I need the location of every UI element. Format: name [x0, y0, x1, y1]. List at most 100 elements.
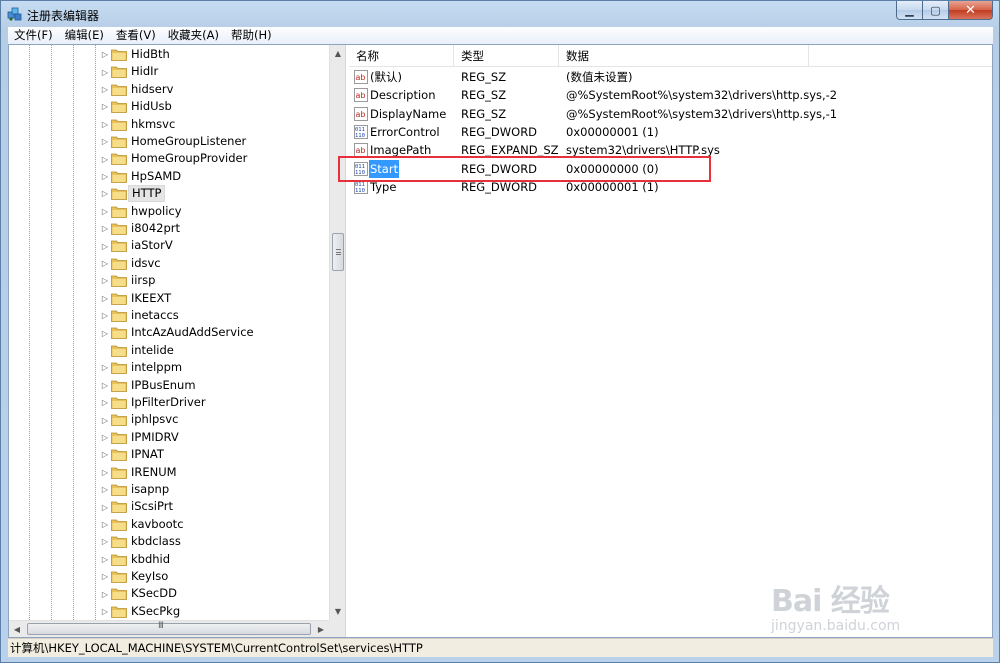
minimize-button[interactable]: ▁ — [896, 1, 923, 20]
tree-item[interactable]: ▷ IKEEXT — [9, 290, 329, 307]
maximize-icon: ▢ — [930, 3, 941, 17]
tree-item[interactable]: ▷ IRENUM — [9, 464, 329, 481]
tree-item[interactable]: ▷ HidIr — [9, 63, 329, 80]
value-row[interactable]: 011 110 ErrorControl REG_DWORD 0x00000001 (1… — [349, 123, 989, 141]
tree-item[interactable]: ▷ iaStorV — [9, 237, 329, 254]
tree-item[interactable]: ▷ kbdclass — [9, 533, 329, 550]
menu-favorites[interactable]: 收藏夹(A) — [162, 27, 225, 44]
menu-file[interactable]: 文件(F) — [8, 27, 59, 44]
tree-item[interactable]: ▷ iphlpsvc — [9, 411, 329, 428]
value-row[interactable]: ab (默认) REG_SZ (数值未设置) — [349, 68, 989, 86]
value-list-pane[interactable]: 名称 类型 数据 ab (默认) REG_SZ (数值未设置) ab Descriptio… — [349, 45, 992, 637]
expand-arrow-icon[interactable]: ▷ — [101, 572, 109, 581]
expand-arrow-icon[interactable]: ▷ — [101, 207, 109, 216]
expand-arrow-icon[interactable]: ▷ — [101, 85, 109, 94]
tree-item[interactable]: ▷ HidBth — [9, 46, 329, 63]
expand-arrow-icon[interactable]: ▷ — [101, 503, 109, 512]
folder-icon — [111, 606, 127, 618]
expand-arrow-icon[interactable]: ▷ — [101, 276, 109, 285]
expand-arrow-icon[interactable]: ▷ — [101, 363, 109, 372]
tree-horizontal-scrollbar[interactable]: ◀ III ▶ — [9, 620, 329, 637]
expand-arrow-icon[interactable]: ▷ — [101, 102, 109, 111]
tree-item[interactable]: ▷ IntcAzAudAddService — [9, 324, 329, 341]
expand-arrow-icon[interactable]: ▷ — [101, 468, 109, 477]
tree-item[interactable]: ▷ iirsp — [9, 272, 329, 289]
value-row[interactable]: ab DisplayName REG_SZ @%SystemRoot%\system3… — [349, 105, 989, 123]
key-tree-pane[interactable]: ▷ HidBth ▷ HidIr ▷ hidserv ▷ HidUsb ▷ hkmsvc ▷ Home… — [9, 45, 346, 637]
tree-item[interactable]: ▷ kavbootc — [9, 516, 329, 533]
scroll-right-icon[interactable]: ▶ — [313, 621, 329, 637]
annotation-highlight-box — [338, 156, 711, 182]
horizontal-scroll-thumb[interactable]: III — [27, 621, 311, 635]
tree-item[interactable]: ▷ hkmsvc — [9, 116, 329, 133]
expand-arrow-icon[interactable]: ▷ — [101, 555, 109, 564]
scroll-down-icon[interactable]: ▼ — [330, 603, 345, 620]
expand-arrow-icon[interactable]: ▷ — [101, 590, 109, 599]
expand-arrow-icon[interactable]: ▷ — [101, 311, 109, 320]
title-bar[interactable]: 注册表编辑器 ▁ ▢ ✕ — [1, 1, 999, 27]
tree-item[interactable]: ▷ idsvc — [9, 255, 329, 272]
expand-arrow-icon[interactable]: ▷ — [101, 329, 109, 338]
tree-item[interactable]: ▷ hwpolicy — [9, 203, 329, 220]
tree-item[interactable]: ▷ IPNAT — [9, 446, 329, 463]
tree-item[interactable]: ▷ KeyIso — [9, 568, 329, 585]
expand-arrow-icon[interactable]: ▷ — [101, 433, 109, 442]
vertical-scroll-thumb[interactable] — [332, 233, 344, 271]
expand-arrow-icon[interactable]: ▷ — [101, 537, 109, 546]
tree-item[interactable]: ▷ IPMIDRV — [9, 429, 329, 446]
folder-icon — [111, 414, 127, 427]
tree-item[interactable]: ▷ i8042prt — [9, 220, 329, 237]
expand-arrow-icon[interactable]: ▷ — [101, 50, 109, 59]
expand-arrow-icon[interactable]: ▷ — [101, 155, 109, 164]
tree-item[interactable]: ▷ hidserv — [9, 81, 329, 98]
expand-arrow-icon[interactable]: ▷ — [101, 520, 109, 529]
tree-item[interactable]: ▷ HpSAMD — [9, 168, 329, 185]
tree-item-label: HTTP — [128, 185, 166, 203]
tree-item[interactable]: intelide — [9, 342, 329, 359]
expand-arrow-icon[interactable]: ▷ — [101, 398, 109, 407]
expand-arrow-icon[interactable]: ▷ — [101, 607, 109, 616]
expand-arrow-icon[interactable]: ▷ — [101, 485, 109, 494]
tree-item-label: IKEEXT — [131, 290, 172, 305]
tree-item[interactable]: ▷ intelppm — [9, 359, 329, 376]
expand-arrow-icon[interactable]: ▷ — [101, 137, 109, 146]
tree-item[interactable]: ▷ HTTP — [9, 185, 329, 203]
main-panes: ▷ HidBth ▷ HidIr ▷ hidserv ▷ HidUsb ▷ hkmsvc ▷ Home… — [8, 44, 993, 638]
column-header-name[interactable]: 名称 — [349, 45, 454, 67]
column-header-data[interactable]: 数据 — [559, 45, 809, 67]
tree-item[interactable]: ▷ inetaccs — [9, 307, 329, 324]
column-header-type[interactable]: 类型 — [454, 45, 559, 67]
scroll-up-icon[interactable]: ▲ — [330, 45, 345, 62]
menu-help[interactable]: 帮助(H) — [225, 27, 278, 44]
value-row[interactable]: ab Description REG_SZ @%SystemRoot%\system3… — [349, 86, 989, 104]
maximize-button[interactable]: ▢ — [923, 1, 949, 20]
tree-item-label: kbdclass — [131, 534, 181, 549]
close-button[interactable]: ✕ — [949, 1, 993, 20]
tree-item[interactable]: ▷ HidUsb — [9, 98, 329, 115]
tree-item[interactable]: ▷ HomeGroupListener — [9, 133, 329, 150]
tree-item[interactable]: ▷ IpFilterDriver — [9, 394, 329, 411]
expand-arrow-icon[interactable]: ▷ — [101, 68, 109, 77]
tree-item[interactable]: ▷ IPBusEnum — [9, 377, 329, 394]
expand-arrow-icon[interactable]: ▷ — [101, 224, 109, 233]
tree-item[interactable]: ▷ iScsiPrt — [9, 498, 329, 515]
tree-item[interactable]: ▷ HomeGroupProvider — [9, 150, 329, 167]
tree-item[interactable]: ▷ kbdhid — [9, 551, 329, 568]
expand-arrow-icon[interactable]: ▷ — [101, 120, 109, 129]
menu-view[interactable]: 查看(V) — [110, 27, 162, 44]
tree-item[interactable]: ▷ KSecDD — [9, 585, 329, 602]
expand-arrow-icon[interactable]: ▷ — [101, 381, 109, 390]
expand-arrow-icon[interactable]: ▷ — [101, 416, 109, 425]
expand-arrow-icon[interactable]: ▷ — [101, 242, 109, 251]
expand-arrow-icon[interactable]: ▷ — [101, 450, 109, 459]
tree-item[interactable]: ▷ KSecPkg — [9, 603, 329, 620]
expand-arrow-icon[interactable]: ▷ — [101, 172, 109, 181]
expand-arrow-icon[interactable]: ▷ — [101, 259, 109, 268]
scroll-left-icon[interactable]: ◀ — [9, 621, 25, 637]
tree-vertical-scrollbar[interactable]: ▲ ▼ — [329, 45, 345, 620]
expand-arrow-icon[interactable]: ▷ — [101, 189, 109, 198]
menu-edit[interactable]: 编辑(E) — [59, 27, 110, 44]
folder-icon — [111, 519, 127, 531]
expand-arrow-icon[interactable]: ▷ — [101, 294, 109, 303]
tree-item[interactable]: ▷ isapnp — [9, 481, 329, 498]
